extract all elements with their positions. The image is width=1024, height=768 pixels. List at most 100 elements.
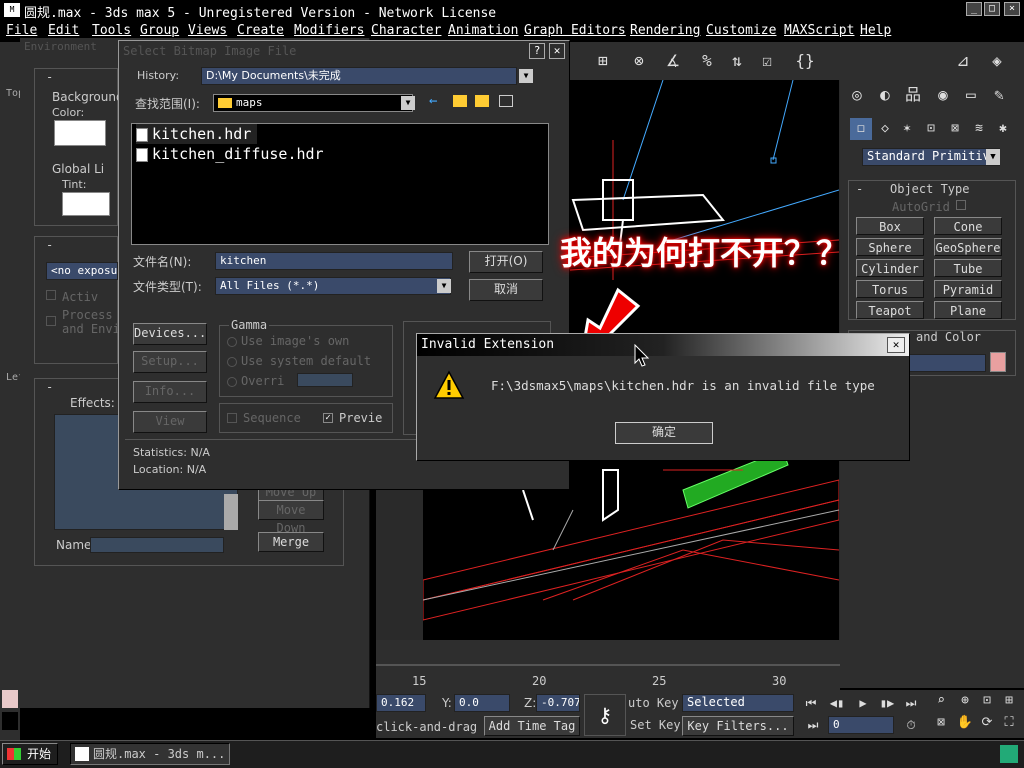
- menu-create[interactable]: Create: [237, 23, 284, 38]
- key-icon[interactable]: ⚷: [584, 694, 626, 736]
- filename-input[interactable]: kitchen: [215, 252, 453, 270]
- move-down-button[interactable]: Move Down: [258, 500, 324, 535]
- help-button[interactable]: ?: [529, 43, 545, 59]
- app-icon[interactable]: M: [4, 3, 20, 17]
- modify-tab-icon[interactable]: ◐: [874, 84, 896, 106]
- systems-icon[interactable]: ✱: [992, 118, 1014, 140]
- mirror-icon[interactable]: ⊿: [952, 50, 974, 72]
- zoom-extents-icon[interactable]: ⊡: [976, 690, 998, 712]
- view-menu-icon[interactable]: [499, 95, 513, 107]
- sphere-button[interactable]: Sphere: [856, 238, 924, 256]
- close-button[interactable]: ×: [1004, 2, 1020, 16]
- active-checkbox[interactable]: [46, 290, 56, 300]
- named-selection-icon[interactable]: {}: [794, 50, 816, 72]
- look-in-chevron-down-icon[interactable]: ▼: [401, 96, 415, 110]
- up-folder-icon[interactable]: [453, 95, 467, 107]
- menu-tools[interactable]: Tools: [92, 23, 131, 38]
- time-config-icon[interactable]: ⏱: [900, 714, 922, 736]
- display-tab-icon[interactable]: ▭: [960, 84, 982, 106]
- info-button[interactable]: Info...: [133, 381, 207, 403]
- cameras-icon[interactable]: ⊡: [920, 118, 942, 140]
- torus-button[interactable]: Torus: [856, 280, 924, 298]
- plane-button[interactable]: Plane: [934, 301, 1002, 319]
- angle-snap-icon[interactable]: ∡: [662, 50, 684, 72]
- next-frame-icon[interactable]: ▮▶: [876, 692, 898, 714]
- object-type-collapse[interactable]: -: [856, 182, 863, 196]
- y-coord-field[interactable]: 0.0: [454, 694, 510, 712]
- add-time-tag-button[interactable]: Add Time Tag: [484, 716, 580, 736]
- geometry-icon[interactable]: ◻: [850, 118, 872, 140]
- box-button[interactable]: Box: [856, 217, 924, 235]
- shapes-icon[interactable]: ◇: [874, 118, 896, 140]
- cancel-button[interactable]: 取消: [469, 279, 543, 301]
- snap-icon[interactable]: ⊗: [628, 50, 650, 72]
- file-item[interactable]: kitchen_diffuse.hdr: [136, 144, 324, 164]
- select-icon[interactable]: ⊞: [592, 50, 614, 72]
- menu-animation[interactable]: Animation: [448, 23, 518, 38]
- arc-rotate-icon[interactable]: ⟳: [976, 712, 998, 734]
- gamma-system-radio[interactable]: [227, 357, 237, 367]
- pan-icon[interactable]: ✋: [954, 712, 976, 734]
- menu-file[interactable]: File: [6, 23, 37, 38]
- gamma-override-field[interactable]: [297, 373, 353, 387]
- error-close-button[interactable]: ✕: [887, 337, 905, 353]
- exposure-select[interactable]: <no exposure: [46, 262, 118, 280]
- process-checkbox[interactable]: [46, 316, 56, 326]
- devices-button[interactable]: Devices...: [133, 323, 207, 345]
- dialog-close-button[interactable]: ✕: [549, 43, 565, 59]
- history-chevron-down-icon[interactable]: ▼: [519, 69, 533, 83]
- menu-customize[interactable]: Customize: [706, 23, 776, 38]
- effect-name-field[interactable]: [90, 537, 224, 553]
- zoom-extents-all-icon[interactable]: ⊞: [998, 690, 1020, 712]
- auto-key-button[interactable]: uto Key: [628, 696, 679, 710]
- z-coord-field[interactable]: -0.707: [536, 694, 580, 712]
- primitive-type-select[interactable]: Standard Primitiv: [862, 148, 1000, 166]
- utilities-tab-icon[interactable]: ✎: [988, 84, 1010, 106]
- goto-end-icon[interactable]: ⏭: [900, 692, 922, 714]
- timeline[interactable]: 15 20 25 30: [376, 640, 840, 690]
- preview-checkbox[interactable]: ✓: [323, 413, 333, 423]
- filetype-chevron-down-icon[interactable]: ▼: [437, 279, 451, 293]
- prev-frame-icon[interactable]: ◀▮: [826, 692, 848, 714]
- sequence-checkbox[interactable]: [227, 413, 237, 423]
- geosphere-button[interactable]: GeoSphere: [934, 238, 1002, 256]
- object-color-swatch[interactable]: [990, 352, 1006, 372]
- look-in-select[interactable]: maps: [213, 94, 413, 112]
- cone-button[interactable]: Cone: [934, 217, 1002, 235]
- history-select[interactable]: D:\My Documents\未完成: [201, 67, 517, 85]
- view-button[interactable]: View: [133, 411, 207, 433]
- menu-views[interactable]: Views: [188, 23, 227, 38]
- rollout-toggle[interactable]: -: [46, 70, 53, 84]
- create-tab-icon[interactable]: ◎: [846, 84, 868, 106]
- spacewarps-icon[interactable]: ≋: [968, 118, 990, 140]
- x-coord-field[interactable]: 0.162: [376, 694, 426, 712]
- goto-start-icon[interactable]: ⏮: [800, 692, 822, 714]
- percent-snap-icon[interactable]: %: [696, 50, 718, 72]
- menu-group[interactable]: Group: [140, 23, 179, 38]
- merge-button[interactable]: Merge: [258, 532, 324, 552]
- align-icon[interactable]: ◈: [986, 50, 1008, 72]
- rollout-toggle-effects[interactable]: -: [46, 380, 53, 394]
- edit-named-selection-icon[interactable]: ☑: [756, 50, 778, 72]
- menu-character[interactable]: Character: [371, 23, 441, 38]
- autogrid-checkbox[interactable]: [956, 200, 966, 210]
- minimize-button[interactable]: _: [966, 2, 982, 16]
- menu-graph-editors[interactable]: Graph Editors: [524, 23, 626, 38]
- menu-modifiers[interactable]: Modifiers: [294, 23, 364, 38]
- lights-icon[interactable]: ✶: [896, 118, 918, 140]
- back-icon[interactable]: ←: [429, 93, 437, 109]
- key-filters-button[interactable]: Key Filters...: [682, 716, 794, 736]
- maximize-viewport-icon[interactable]: ⛶: [998, 712, 1020, 734]
- new-folder-icon[interactable]: [475, 95, 489, 107]
- tray-icon[interactable]: [1000, 745, 1018, 763]
- maximize-button[interactable]: □: [984, 2, 1000, 16]
- menu-help[interactable]: Help: [860, 23, 891, 38]
- hierarchy-tab-icon[interactable]: 品: [902, 84, 924, 106]
- pyramid-button[interactable]: Pyramid: [934, 280, 1002, 298]
- selected-select[interactable]: Selected: [682, 694, 794, 712]
- ok-button[interactable]: 确定: [615, 422, 713, 444]
- file-item[interactable]: kitchen.hdr: [136, 124, 258, 144]
- zoom-all-icon[interactable]: ⊕: [954, 690, 976, 712]
- tint-color-swatch[interactable]: [62, 192, 110, 216]
- menu-maxscript[interactable]: MAXScript: [784, 23, 854, 38]
